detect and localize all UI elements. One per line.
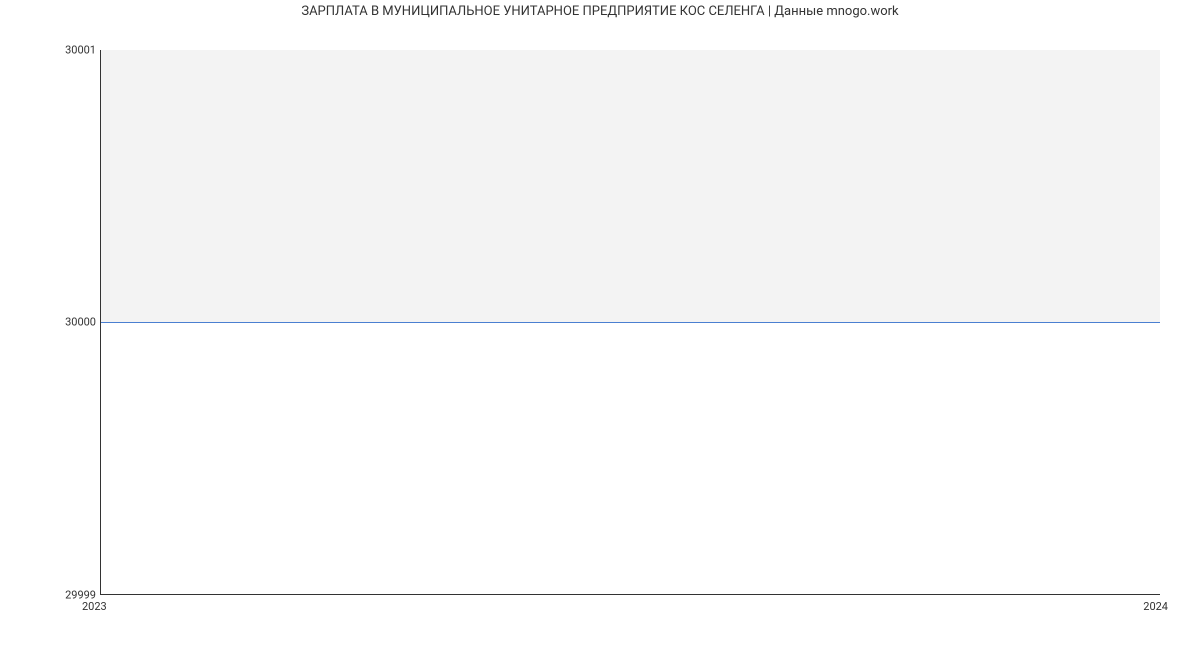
chart-container: ЗАРПЛАТА В МУНИЦИПАЛЬНОЕ УНИТАРНОЕ ПРЕДП…: [0, 0, 1200, 650]
x-axis-tick: 2024: [1143, 600, 1168, 613]
y-axis-tick: 30000: [36, 316, 96, 329]
data-line: [101, 322, 1160, 323]
y-axis-tick: 30001: [36, 44, 96, 57]
plot-area: [100, 50, 1160, 595]
x-axis-tick: 2023: [82, 600, 107, 613]
plot-background-upper: [101, 50, 1160, 322]
chart-title: ЗАРПЛАТА В МУНИЦИПАЛЬНОЕ УНИТАРНОЕ ПРЕДП…: [0, 4, 1200, 19]
